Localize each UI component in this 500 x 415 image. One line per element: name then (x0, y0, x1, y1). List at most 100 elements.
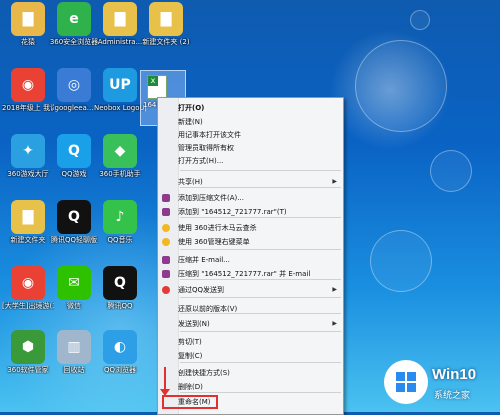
qq-icon (162, 286, 170, 294)
desktop-icon-label: 新建文件夹 (2) (142, 38, 190, 46)
excel-file-icon: x (147, 75, 167, 99)
menu-item-label: 共享(H) (178, 178, 203, 186)
desktop-icon[interactable]: Q 腾讯QQ轻聊版 (48, 200, 100, 244)
menu-item[interactable]: 新建(N) (158, 116, 343, 128)
app-icon: ✉ (57, 266, 91, 300)
menu-item-label: 新建(N) (178, 118, 203, 126)
desktop-icon-label: Administra... (97, 38, 143, 46)
menu-item-label: 删除(D) (178, 383, 203, 391)
menu-item-label: 添加到压缩文件(A)... (178, 194, 244, 202)
menu-item-label: 使用 360进行木马云查杀 (178, 224, 257, 232)
app-icon: ▇ (149, 2, 183, 36)
desktop-icon-label: QQ音乐 (107, 236, 133, 244)
app-icon: Q (103, 266, 137, 300)
desktop-icon[interactable]: ◉ [大学生]出境游(二... (2, 266, 54, 310)
desktop-icon[interactable]: ♪ QQ音乐 (94, 200, 146, 244)
desktop-icon[interactable]: ◐ QQ浏览器 (94, 330, 146, 374)
menu-separator (180, 187, 341, 188)
app-icon: ◐ (103, 330, 137, 364)
menu-separator (180, 362, 341, 363)
app-icon: ✦ (11, 134, 45, 168)
desktop-icon[interactable]: ✉ 微信 (48, 266, 100, 310)
menu-item[interactable]: 打开(O) (158, 102, 343, 114)
menu-item-label: 压缩并 E-mail... (178, 256, 230, 264)
360-icon (162, 224, 170, 232)
desktop-icon-label: Neobox LogoUp 3D (94, 104, 146, 112)
app-icon: ▥ (57, 330, 91, 364)
desktop-icon-label: 腾讯QQ轻聊版 (50, 236, 98, 244)
desktop-icon[interactable]: ▇ 新建文件夹 (2, 200, 54, 244)
menu-item-label: 还原以前的版本(V) (178, 305, 238, 313)
menu-separator (180, 279, 341, 280)
desktop-icon[interactable]: UP Neobox LogoUp 3D (94, 68, 146, 112)
desktop-icon-label: 360软件管家 (7, 366, 49, 374)
desktop-icon[interactable]: Q QQ游戏 (48, 134, 100, 178)
rename-highlight-box (162, 395, 218, 409)
menu-item-label: 使用 360管理右键菜单 (178, 238, 250, 246)
app-icon: ▇ (103, 2, 137, 36)
menu-item[interactable]: 剪切(T) (158, 336, 343, 348)
desktop-icon[interactable]: ◉ 2018年级上 我课版论... (2, 68, 54, 112)
app-icon: ◉ (11, 68, 45, 102)
desktop-icon-label: QQ浏览器 (103, 366, 137, 374)
menu-item[interactable]: 通过QQ发送到 ▶ (158, 284, 343, 296)
menu-separator (180, 170, 341, 171)
menu-item[interactable]: 使用 360进行木马云查杀 (158, 222, 343, 234)
app-icon: ◆ (103, 134, 137, 168)
menu-item-label: 打开(O) (178, 104, 205, 112)
desktop-icon-label: 360游戏大厅 (7, 170, 49, 178)
menu-item[interactable]: 用记事本打开该文件 (158, 129, 343, 141)
desktop-icon[interactable]: ⬢ 360软件管家 (2, 330, 54, 374)
desktop-icon-label: 360手机助手 (99, 170, 141, 178)
menu-separator (180, 331, 341, 332)
menu-separator (180, 313, 341, 314)
menu-item[interactable]: 复制(C) (158, 350, 343, 362)
submenu-arrow-icon: ▶ (332, 286, 337, 293)
menu-item[interactable]: 发送到(N) ▶ (158, 318, 343, 330)
app-icon: ◎ (57, 68, 91, 102)
desktop-icon[interactable]: ▇ Administra... (94, 2, 146, 46)
desktop-icon-label: 360安全浏览器 (49, 38, 99, 46)
app-icon: ▇ (11, 200, 45, 234)
desktop-icon[interactable]: Q 腾讯QQ (94, 266, 146, 310)
desktop-icon-label: googleea... (54, 104, 94, 112)
winrar-icon (162, 270, 170, 278)
desktop-icon[interactable]: e 360安全浏览器 (48, 2, 100, 46)
menu-separator (180, 297, 341, 298)
desktop-icon[interactable]: ✦ 360游戏大厅 (2, 134, 54, 178)
menu-item-label: 管理员取得所有权 (178, 144, 234, 152)
desktop-icon[interactable]: ▇ 新建文件夹 (2) (140, 2, 192, 46)
desktop-icon-label: 花猿 (21, 38, 35, 46)
submenu-arrow-icon: ▶ (332, 320, 337, 327)
menu-item[interactable]: 创建快捷方式(S) (158, 367, 343, 379)
menu-item[interactable]: 打开方式(H)... (158, 155, 343, 167)
menu-item[interactable]: 压缩并 E-mail... (158, 254, 343, 266)
desktop-icon-label: [大学生]出境游(二... (2, 302, 54, 310)
watermark: Win10 系统之家 (384, 360, 500, 412)
menu-item-label: 剪切(T) (178, 338, 202, 346)
desktop-icon[interactable]: ▇ 花猿 (2, 2, 54, 46)
app-icon: ▇ (11, 2, 45, 36)
winrar-icon (162, 256, 170, 264)
menu-separator (180, 217, 341, 218)
desktop-icon[interactable]: ◆ 360手机助手 (94, 134, 146, 178)
app-icon: ♪ (103, 200, 137, 234)
menu-item-label: 创建快捷方式(S) (178, 369, 230, 377)
menu-separator (180, 392, 341, 393)
menu-item[interactable]: 使用 360管理右键菜单 (158, 236, 343, 248)
app-icon: UP (103, 68, 137, 102)
menu-item[interactable]: 添加到压缩文件(A)... (158, 192, 343, 204)
desktop-icon[interactable]: ◎ googleea... (48, 68, 100, 112)
desktop-icon-label: 腾讯QQ (107, 302, 133, 310)
360-icon (162, 238, 170, 246)
menu-item-label: 发送到(N) (178, 320, 210, 328)
app-icon: Q (57, 200, 91, 234)
menu-item[interactable]: 管理员取得所有权 (158, 142, 343, 154)
menu-item-label: 打开方式(H)... (178, 157, 224, 165)
wallpaper-bubble (355, 40, 447, 132)
watermark-subtitle: 系统之家 (434, 391, 471, 401)
watermark-title: Win10 (432, 366, 477, 383)
winrar-icon (162, 208, 170, 216)
win10-logo-icon (384, 360, 428, 404)
desktop-icon[interactable]: ▥ 回收站 (48, 330, 100, 374)
